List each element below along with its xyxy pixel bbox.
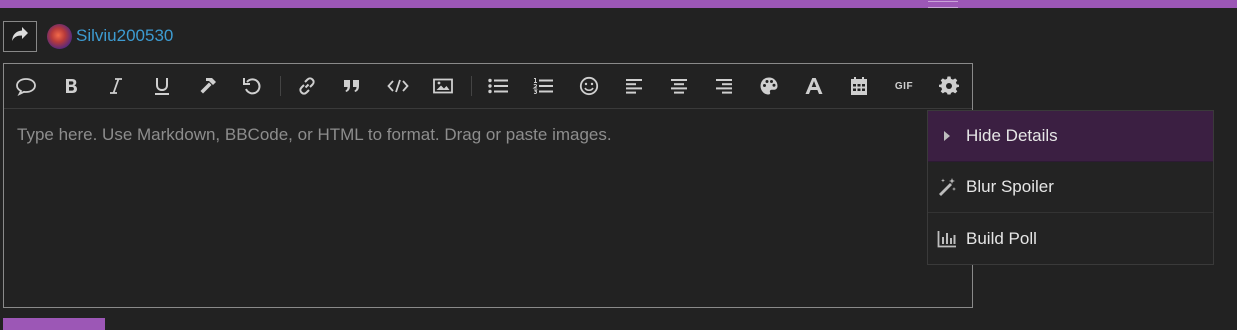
menu-item-hide-details[interactable]: Hide Details [928,111,1213,162]
top-accent-bar [0,0,1237,8]
undo-icon[interactable] [240,75,264,97]
menu-item-blur-spoiler[interactable]: Blur Spoiler [928,162,1213,213]
code-icon[interactable] [386,75,410,97]
speech-bubble-icon[interactable] [14,75,38,97]
numbered-list-icon[interactable] [531,75,555,97]
options-dropdown: Hide Details Blur Spoiler Build Poll [927,110,1214,265]
link-icon[interactable] [295,75,319,97]
toolbar-divider [280,76,281,96]
align-center-icon[interactable] [667,75,691,97]
image-icon[interactable] [431,75,455,97]
align-right-icon[interactable] [712,75,736,97]
gif-icon[interactable]: GIF [892,75,916,97]
resize-grip[interactable] [928,1,958,8]
reply-header: Silviu200530 [3,19,173,53]
message-textarea[interactable] [4,109,972,307]
align-left-icon[interactable] [622,75,646,97]
gear-icon[interactable] [937,75,961,97]
menu-item-build-poll[interactable]: Build Poll [928,213,1213,264]
palette-icon[interactable] [757,75,781,97]
username-link[interactable]: Silviu200530 [76,26,173,46]
bar-chart-icon [936,228,958,250]
magic-wand-icon [936,176,958,198]
reply-toggle-button[interactable] [3,20,37,52]
emoji-icon[interactable] [577,75,601,97]
composer: GIF [3,63,973,308]
bold-icon[interactable] [59,75,83,97]
hammer-icon[interactable] [196,75,220,97]
gif-label: GIF [894,80,914,92]
toolbar-divider [471,76,472,96]
calendar-icon[interactable] [847,75,871,97]
menu-item-label: Blur Spoiler [966,177,1054,196]
avatar[interactable] [47,23,72,49]
font-icon[interactable] [802,75,826,97]
blockquote-icon[interactable] [340,75,364,97]
menu-item-label: Hide Details [966,126,1058,145]
italic-icon[interactable] [104,75,128,97]
underline-icon[interactable] [150,75,174,97]
submit-button[interactable] [3,318,105,330]
caret-right-icon [936,125,958,147]
menu-item-label: Build Poll [966,228,1037,248]
editor-toolbar: GIF [4,64,972,109]
share-arrow-icon [11,26,29,47]
bullet-list-icon[interactable] [486,75,510,97]
